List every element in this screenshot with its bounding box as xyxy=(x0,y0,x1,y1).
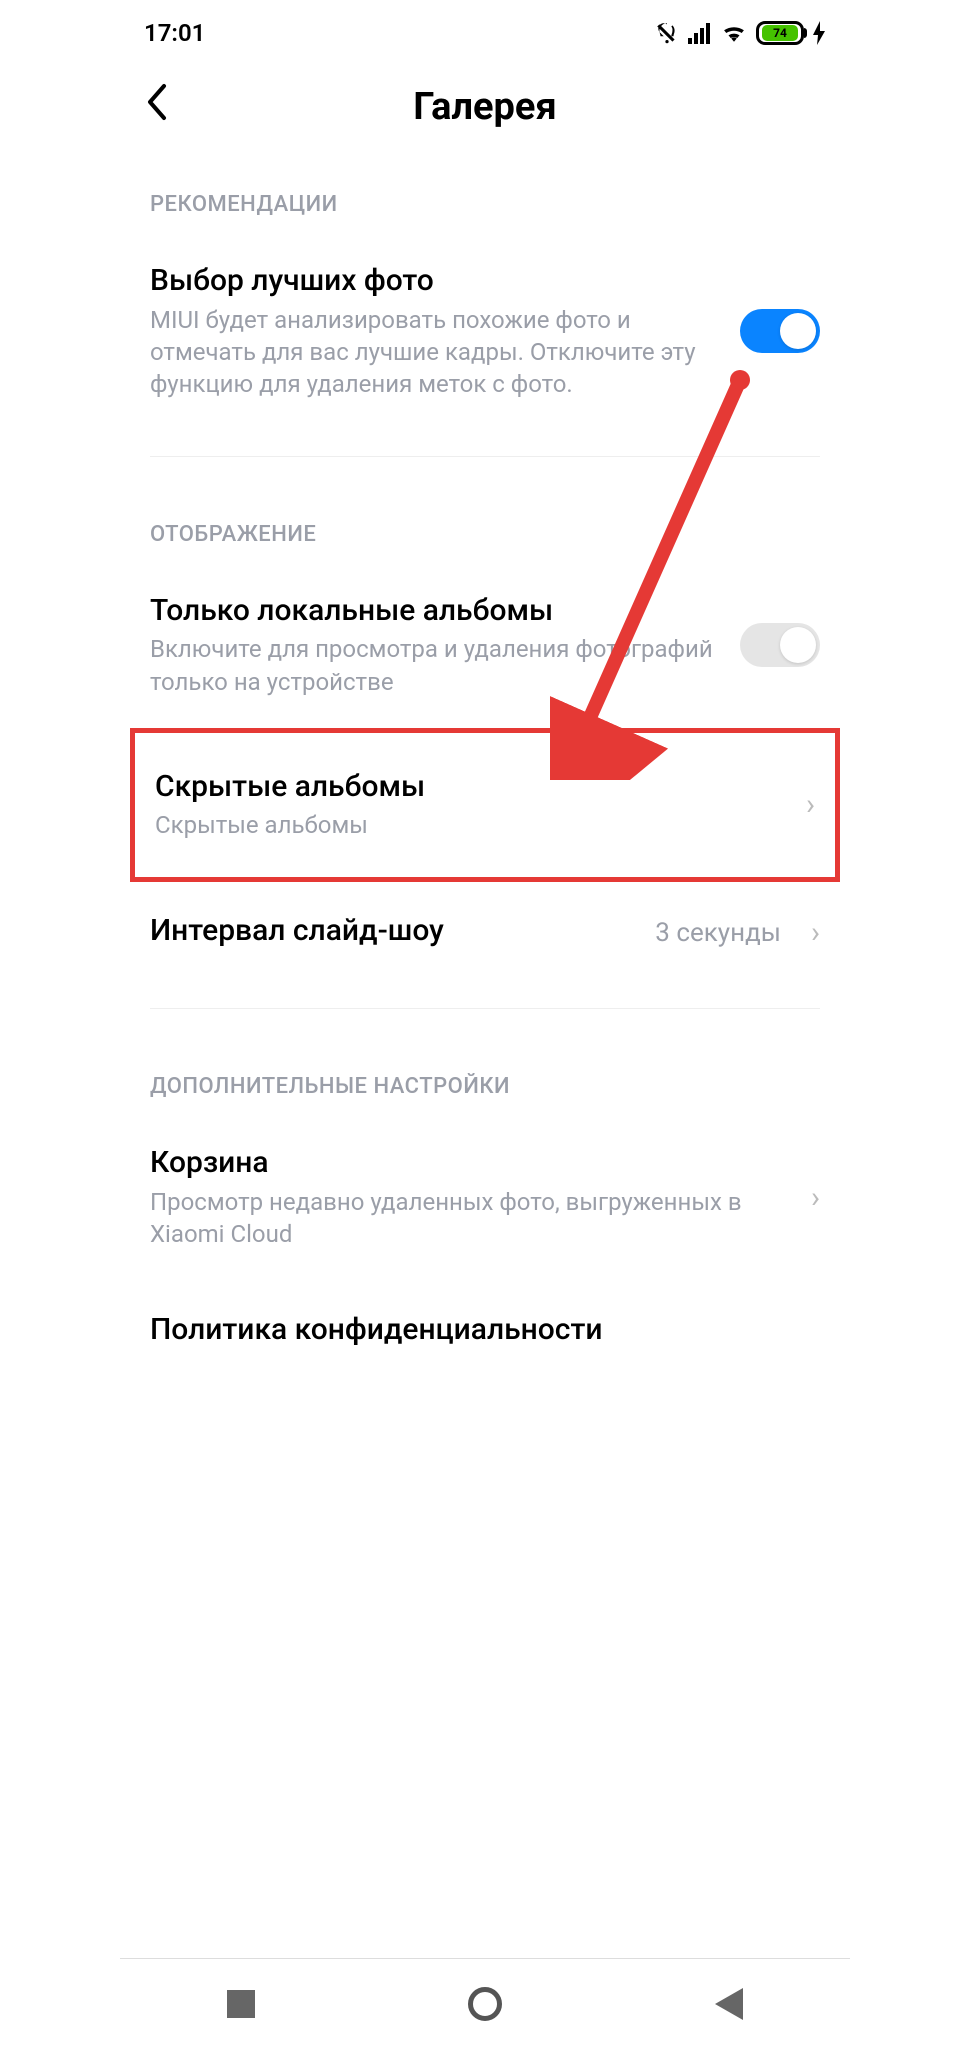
signal-icon xyxy=(688,22,712,44)
page-title: Галерея xyxy=(413,85,556,129)
local-only-sub: Включите для просмотра и удаления фотогр… xyxy=(150,633,720,698)
section-advanced-label: ДОПОЛНИТЕЛЬНЫЕ НАСТРОЙКИ xyxy=(120,1034,850,1114)
battery-percent: 74 xyxy=(762,25,798,41)
charging-icon xyxy=(812,21,826,45)
status-bar: 17:01 74 xyxy=(120,0,850,52)
nav-bar xyxy=(120,1958,850,2048)
divider xyxy=(150,1008,820,1009)
hidden-albums-sub: Скрытые альбомы xyxy=(155,809,786,841)
best-photos-title: Выбор лучших фото xyxy=(150,262,720,300)
local-only-title: Только локальные альбомы xyxy=(150,592,720,630)
privacy-title: Политика конфиденциальности xyxy=(150,1311,820,1349)
chevron-right-icon: › xyxy=(806,787,815,822)
best-photos-toggle[interactable] xyxy=(740,309,820,353)
row-local-only[interactable]: Только локальные альбомы Включите для пр… xyxy=(120,562,850,728)
chevron-right-icon: › xyxy=(811,915,820,950)
nav-back-button[interactable] xyxy=(715,1988,743,2020)
local-only-toggle[interactable] xyxy=(740,623,820,667)
row-privacy-policy[interactable]: Политика конфиденциальности xyxy=(120,1281,850,1383)
chevron-right-icon: › xyxy=(811,1180,820,1215)
back-button[interactable] xyxy=(144,82,188,132)
row-hidden-albums[interactable]: Скрытые альбомы Скрытые альбомы › xyxy=(135,733,835,877)
wifi-icon xyxy=(720,22,748,44)
battery-icon: 74 xyxy=(756,21,804,45)
best-photos-sub: MIUI будет анализировать похожие фото и … xyxy=(150,304,720,401)
section-display-label: ОТОБРАЖЕНИЕ xyxy=(120,482,850,562)
vibrate-icon xyxy=(654,20,680,46)
row-slideshow-interval[interactable]: Интервал слайд-шоу 3 секунды › xyxy=(120,882,850,984)
status-icons: 74 xyxy=(654,20,826,46)
slideshow-title: Интервал слайд-шоу xyxy=(150,912,635,950)
nav-recents-button[interactable] xyxy=(227,1990,255,2018)
slideshow-value: 3 секунды xyxy=(655,918,781,948)
header: Галерея xyxy=(120,52,850,152)
trash-sub: Просмотр недавно удаленных фото, выгруже… xyxy=(150,1186,791,1251)
divider xyxy=(150,456,820,457)
section-recommendations-label: РЕКОМЕНДАЦИИ xyxy=(120,152,850,232)
hidden-albums-title: Скрытые альбомы xyxy=(155,768,786,806)
row-best-photos[interactable]: Выбор лучших фото MIUI будет анализирова… xyxy=(120,232,850,431)
annotation-highlight: Скрытые альбомы Скрытые альбомы › xyxy=(130,728,840,882)
status-time: 17:01 xyxy=(144,19,205,47)
nav-home-button[interactable] xyxy=(468,1987,502,2021)
trash-title: Корзина xyxy=(150,1144,791,1182)
row-trash[interactable]: Корзина Просмотр недавно удаленных фото,… xyxy=(120,1114,850,1280)
